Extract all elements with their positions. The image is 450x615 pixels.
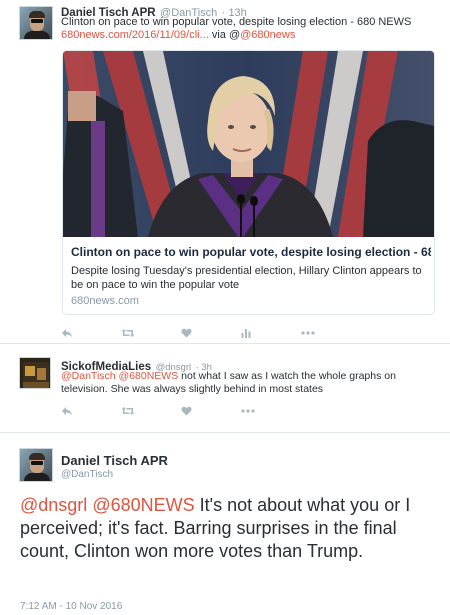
reply-icon — [62, 329, 72, 337]
link-card[interactable]: Clinton on pace to win popular vote, des… — [62, 50, 435, 315]
like-icon — [181, 406, 192, 416]
like-icon — [181, 328, 192, 338]
tweet-text: @dnsgrl @680NEWS It's not about what you… — [20, 494, 435, 563]
avatar[interactable] — [19, 448, 53, 482]
more-button[interactable] — [301, 326, 361, 340]
via-label: via @ — [208, 29, 241, 41]
reply-icon — [62, 407, 72, 415]
more-icon — [301, 331, 315, 335]
tweet-3: Daniel Tisch APR @DanTisch @dnsgrl @680N… — [0, 432, 450, 615]
mention-680news[interactable]: @680NEWS — [119, 370, 179, 382]
card-description: Despite losing Tuesday's presidential el… — [71, 265, 422, 291]
mention-dantisch[interactable]: @DanTisch — [61, 370, 116, 382]
reply-button[interactable] — [61, 326, 121, 340]
tweet-text: @DanTisch @680NEWS not what I saw as I w… — [61, 370, 441, 396]
like-button[interactable] — [181, 404, 241, 418]
like-button[interactable] — [181, 326, 241, 340]
card-title[interactable]: Clinton on pace to win popular vote, des… — [71, 245, 431, 259]
analytics-button[interactable] — [241, 326, 301, 340]
retweet-button[interactable] — [121, 404, 181, 418]
tweet-text: Clinton on pace to win popular vote, des… — [61, 16, 441, 42]
author-name[interactable]: Daniel Tisch APR — [61, 453, 168, 468]
avatar-image — [20, 358, 50, 388]
retweet-icon — [121, 329, 135, 337]
tweet-timestamp[interactable]: 7:12 AM - 10 Nov 2016 — [20, 601, 122, 612]
tweet-actions — [61, 404, 301, 418]
author-handle[interactable]: @DanTisch — [61, 469, 113, 480]
analytics-icon — [241, 329, 251, 338]
card-photo — [63, 51, 434, 237]
mention-dnsgrl[interactable]: @dnsgrl — [20, 495, 87, 515]
tweet-2: SickofMediaLies @dnsgrl · 3h @DanTisch @… — [0, 345, 450, 425]
tweet-url[interactable]: 680news.com/2016/11/09/cli... — [61, 29, 209, 41]
tweet-actions — [61, 326, 361, 340]
mention-680news[interactable]: @680NEWS — [92, 495, 194, 515]
card-domain[interactable]: 680news.com — [71, 295, 139, 307]
retweet-button[interactable] — [121, 326, 181, 340]
tweet-1: Daniel Tisch APR @DanTisch · 13h Clinton… — [0, 0, 450, 344]
avatar[interactable] — [19, 6, 53, 40]
more-icon — [241, 409, 255, 413]
card-image[interactable] — [63, 51, 434, 237]
tweet-text-main: Clinton on pace to win popular vote, des… — [61, 16, 412, 28]
more-button[interactable] — [241, 404, 301, 418]
reply-button[interactable] — [61, 404, 121, 418]
retweet-icon — [121, 407, 135, 415]
avatar[interactable] — [19, 357, 51, 389]
via-mention[interactable]: @680news — [240, 29, 295, 41]
